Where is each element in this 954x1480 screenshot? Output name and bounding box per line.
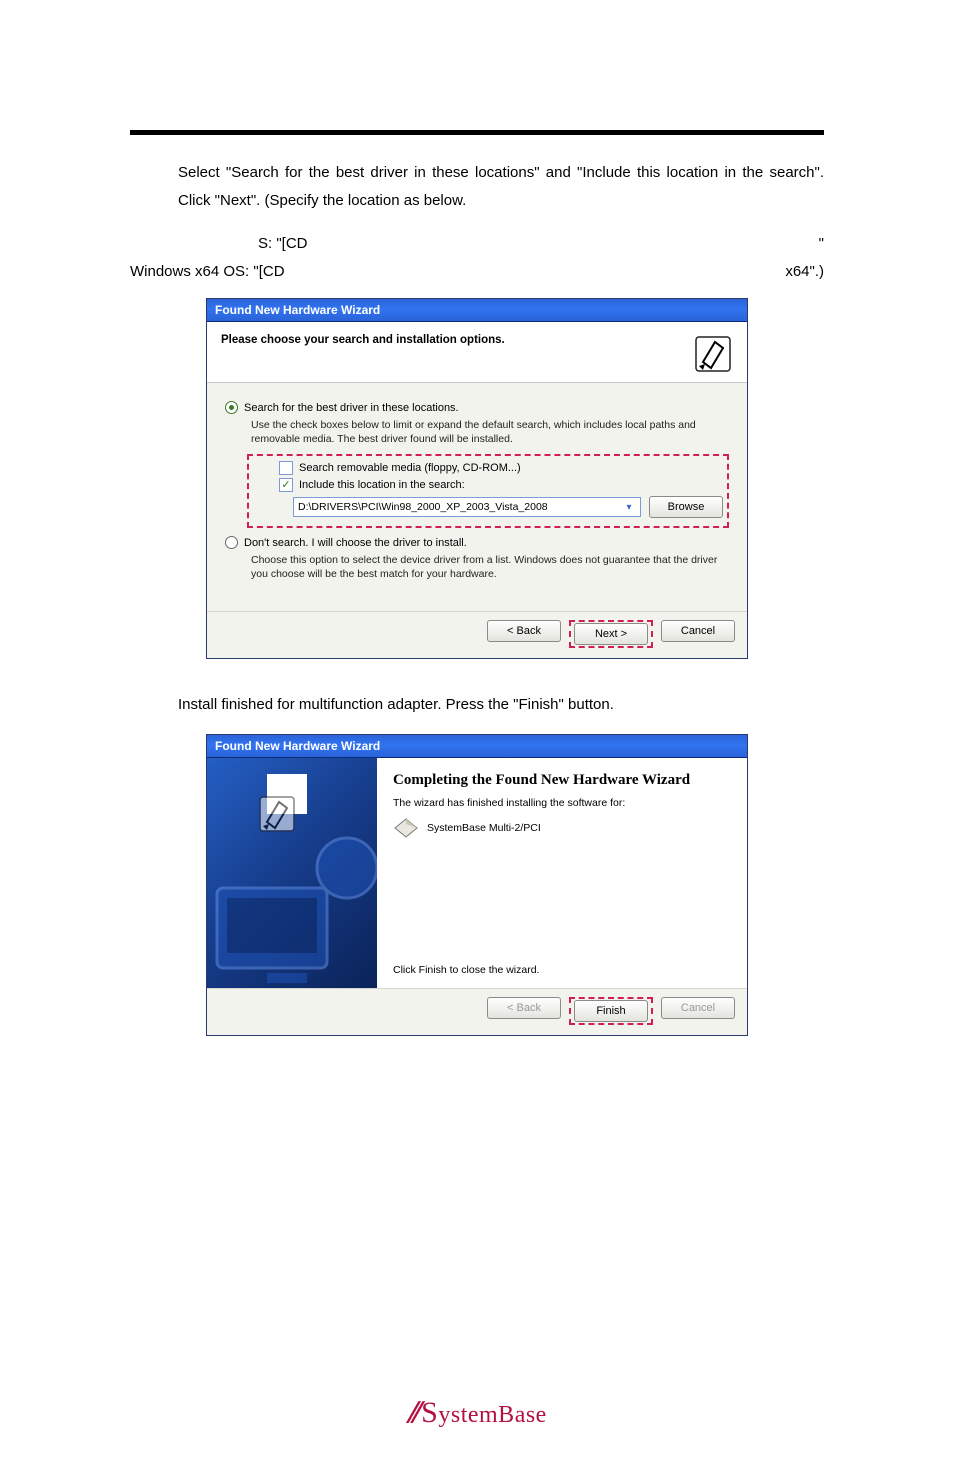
wizard-complete-main: Completing the Found New Hardware Wizard… bbox=[377, 758, 747, 988]
highlighted-finish: Finish bbox=[569, 997, 653, 1025]
path-line-left: Windows x64 OS: "[CD bbox=[130, 258, 285, 286]
cancel-button: Cancel bbox=[661, 997, 735, 1019]
complete-tip: Click Finish to close the wizard. bbox=[393, 963, 731, 976]
instruction-line-1: Select "Search for the best driver in th… bbox=[130, 159, 824, 215]
radio-dont-search[interactable]: Don't search. I will choose the driver t… bbox=[225, 536, 729, 549]
page-divider bbox=[130, 130, 824, 135]
brand-logo-text: ystemBase bbox=[438, 1402, 546, 1428]
device-icon bbox=[393, 817, 419, 839]
path-line-left: S: "[CD bbox=[258, 230, 308, 258]
location-path-row: D:\DRIVERS\PCI\Win98_2000_XP_2003_Vista_… bbox=[293, 496, 723, 518]
radio-unselected-icon bbox=[225, 536, 238, 549]
wizard-footer: < Back Finish Cancel bbox=[207, 988, 747, 1035]
radio-dont-search-desc: Choose this option to select the device … bbox=[251, 553, 729, 581]
highlighted-next: Next > bbox=[569, 620, 653, 648]
path-line-right: " bbox=[819, 230, 824, 258]
path-line-32bit: S: "[CD " bbox=[130, 230, 824, 258]
location-path-value: D:\DRIVERS\PCI\Win98_2000_XP_2003_Vista_… bbox=[298, 501, 548, 513]
wizard-titlebar: Found New Hardware Wizard bbox=[207, 299, 747, 322]
wizard-footer: < Back Next > Cancel bbox=[207, 611, 747, 658]
wizard-heading: Please choose your search and installati… bbox=[221, 334, 693, 346]
finish-button[interactable]: Finish bbox=[574, 1000, 648, 1022]
browse-button[interactable]: Browse bbox=[649, 496, 723, 518]
next-button[interactable]: Next > bbox=[574, 623, 648, 645]
checkbox-include-location-label: Include this location in the search: bbox=[299, 479, 465, 491]
radio-search-best[interactable]: Search for the best driver in these loca… bbox=[225, 401, 729, 414]
checkbox-removable-media-label: Search removable media (floppy, CD-ROM..… bbox=[299, 462, 521, 474]
brand-logo: ⫽SystemBase bbox=[407, 1396, 547, 1430]
cancel-button[interactable]: Cancel bbox=[661, 620, 735, 642]
complete-heading: Completing the Found New Hardware Wizard bbox=[393, 772, 731, 789]
location-path-input[interactable]: D:\DRIVERS\PCI\Win98_2000_XP_2003_Vista_… bbox=[293, 497, 641, 517]
path-line-64bit: Windows x64 OS: "[CD x64".) bbox=[130, 258, 824, 286]
wizard-sidebar-art bbox=[207, 758, 377, 988]
radio-dont-search-label: Don't search. I will choose the driver t… bbox=[244, 537, 467, 549]
complete-subtext: The wizard has finished installing the s… bbox=[393, 797, 731, 809]
radio-selected-icon bbox=[225, 401, 238, 414]
wizard-search-options: Found New Hardware Wizard Please choose … bbox=[206, 298, 748, 659]
wizard-content: Search for the best driver in these loca… bbox=[207, 383, 747, 611]
checkbox-checked-icon bbox=[279, 478, 293, 492]
checkbox-removable-media[interactable]: Search removable media (floppy, CD-ROM..… bbox=[279, 461, 723, 475]
wizard-header: Please choose your search and installati… bbox=[207, 322, 747, 383]
logo-mark-icon: ⫽ bbox=[407, 1398, 420, 1429]
back-button[interactable]: < Back bbox=[487, 620, 561, 642]
checkbox-include-location[interactable]: Include this location in the search: bbox=[279, 478, 723, 492]
radio-search-best-desc: Use the check boxes below to limit or ex… bbox=[251, 418, 729, 446]
install-icon bbox=[693, 334, 733, 374]
device-row: SystemBase Multi-2/PCI bbox=[393, 817, 731, 839]
install-icon bbox=[267, 774, 307, 814]
wizard-titlebar: Found New Hardware Wizard bbox=[207, 735, 747, 758]
back-button: < Back bbox=[487, 997, 561, 1019]
instruction-line-2: Install finished for multifunction adapt… bbox=[130, 691, 824, 719]
wizard-complete: Found New Hardware Wizard Completing the… bbox=[206, 734, 748, 1036]
checkbox-unchecked-icon bbox=[279, 461, 293, 475]
path-line-right: x64".) bbox=[785, 258, 824, 286]
wizard-complete-body: Completing the Found New Hardware Wizard… bbox=[207, 758, 747, 988]
radio-search-best-label: Search for the best driver in these loca… bbox=[244, 402, 459, 414]
highlighted-options: Search removable media (floppy, CD-ROM..… bbox=[247, 454, 729, 528]
dropdown-icon[interactable]: ▾ bbox=[622, 499, 636, 515]
device-name: SystemBase Multi-2/PCI bbox=[427, 822, 541, 834]
